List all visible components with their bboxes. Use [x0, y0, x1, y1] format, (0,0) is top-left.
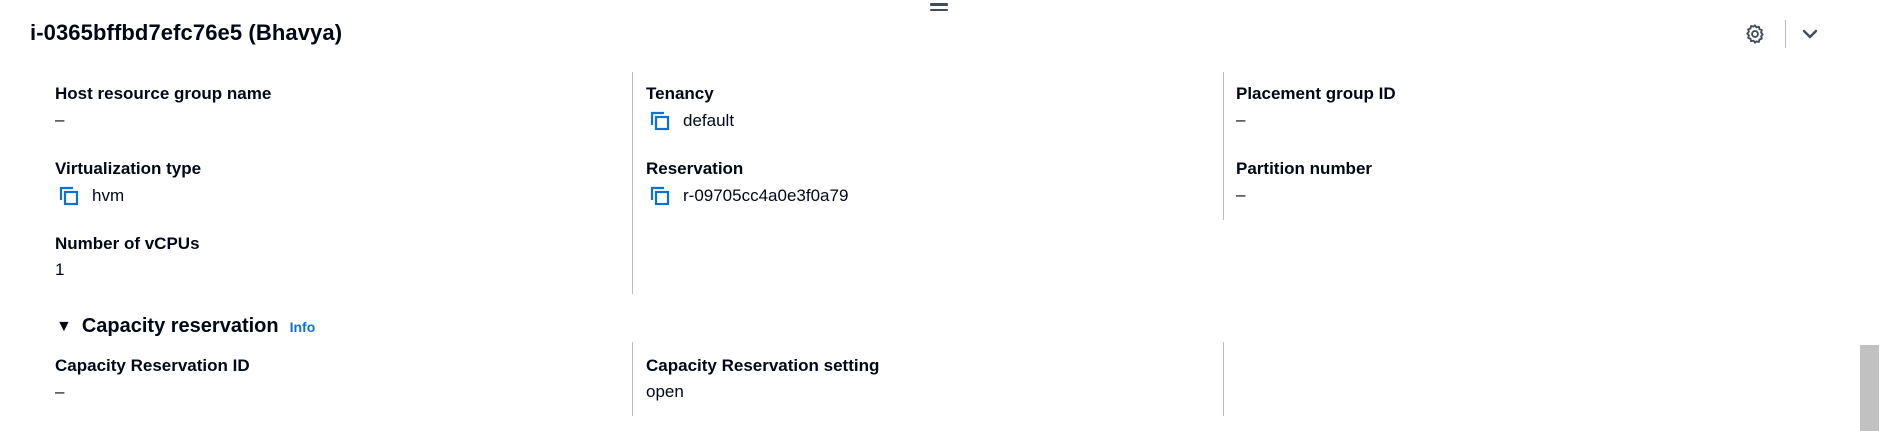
info-link[interactable]: Info [290, 319, 316, 335]
section-title[interactable]: Capacity reservation [82, 315, 279, 338]
field-label: Capacity Reservation ID [55, 356, 250, 375]
field-placement-group-id: Placement group ID – [1236, 84, 1396, 130]
column-divider [632, 72, 633, 294]
header-divider [1785, 20, 1786, 48]
gear-icon [1746, 24, 1764, 44]
collapse-panel-button[interactable] [1796, 20, 1824, 48]
field-value: – [55, 110, 65, 129]
preferences-button[interactable] [1741, 20, 1769, 48]
field-value: hvm [92, 186, 125, 205]
field-value: – [1236, 185, 1246, 204]
chevron-down-icon [1802, 29, 1818, 39]
column-divider [1223, 342, 1224, 416]
copy-icon[interactable] [649, 185, 671, 207]
copy-icon[interactable] [58, 185, 80, 207]
copy-icon[interactable] [649, 110, 671, 132]
field-reservation: Reservation r-09705cc4a0e3f0a79 [646, 159, 848, 207]
caret-down-icon[interactable]: ▼ [56, 318, 72, 336]
column-divider [1223, 72, 1224, 220]
panel-resize-handle[interactable] [930, 3, 948, 15]
field-virtualization-type: Virtualization type hvm [55, 159, 201, 207]
field-label: Virtualization type [55, 159, 202, 178]
field-label: Host resource group name [55, 84, 272, 103]
field-value: – [55, 382, 65, 401]
instance-details-panel: i-0365bffbd7efc76e5 (Bhavya) Host resour… [0, 0, 1885, 431]
field-tenancy: Tenancy default [646, 84, 734, 132]
panel-title: i-0365bffbd7efc76e5 (Bhavya) [30, 20, 343, 45]
field-value: – [1236, 110, 1246, 129]
field-value: open [646, 382, 684, 401]
field-label: Partition number [1236, 159, 1373, 178]
field-value: r-09705cc4a0e3f0a79 [683, 186, 849, 205]
field-capacity-reservation-setting: Capacity Reservation setting open [646, 356, 879, 402]
column-divider [632, 342, 633, 416]
field-capacity-reservation-id: Capacity Reservation ID – [55, 356, 250, 402]
field-number-of-vcpus: Number of vCPUs 1 [55, 234, 200, 280]
field-label: Placement group ID [1236, 84, 1396, 103]
capacity-reservation-section-header[interactable]: ▼ Capacity reservation Info [56, 315, 315, 338]
field-label: Number of vCPUs [55, 234, 200, 253]
field-host-resource-group-name: Host resource group name – [55, 84, 271, 130]
field-partition-number: Partition number – [1236, 159, 1372, 205]
field-label: Tenancy [646, 84, 714, 103]
scrollbar-thumb[interactable] [1860, 345, 1879, 431]
field-value: 1 [55, 260, 65, 279]
field-value: default [683, 111, 735, 130]
field-label: Capacity Reservation setting [646, 356, 880, 375]
field-label: Reservation [646, 159, 744, 178]
